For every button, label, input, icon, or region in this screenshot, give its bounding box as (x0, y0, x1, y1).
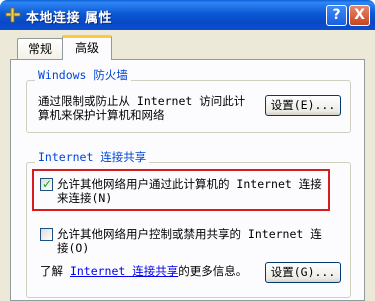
ics-group-title: Internet 连接共享 (35, 149, 150, 165)
allow-share-checkbox[interactable]: ✓ (40, 177, 53, 191)
allow-share-label-line2[interactable]: 来连接(N) (57, 191, 112, 205)
allow-share-label-line1[interactable]: 允许其他网络用户通过此计算机的 Internet 连接 (57, 177, 322, 191)
learn-more-text: 了解 Internet 连接共享的更多信息。 (40, 264, 247, 278)
allow-control-label-line2[interactable]: 接(O) (57, 241, 89, 255)
firewall-description-line1: 通过限制或防止从 Internet 访问此计 (38, 94, 246, 108)
firewall-settings-button[interactable]: 设置(E)... (265, 95, 341, 116)
checkmark-icon: ✓ (42, 177, 53, 191)
firewall-group-title: Windows 防火墙 (35, 67, 131, 83)
ics-settings-button[interactable]: 设置(G)... (265, 262, 341, 283)
learn-more-suffix: 的更多信息。 (178, 264, 248, 278)
ics-help-link[interactable]: Internet 连接共享 (70, 264, 178, 278)
allow-control-label-line1[interactable]: 允许其他网络用户控制或禁用共享的 Internet 连 (57, 227, 322, 241)
allow-control-checkbox[interactable] (40, 228, 53, 241)
firewall-description-line2: 算机来保护计算机和网络 (38, 108, 165, 122)
learn-more-prefix: 了解 (40, 264, 63, 278)
